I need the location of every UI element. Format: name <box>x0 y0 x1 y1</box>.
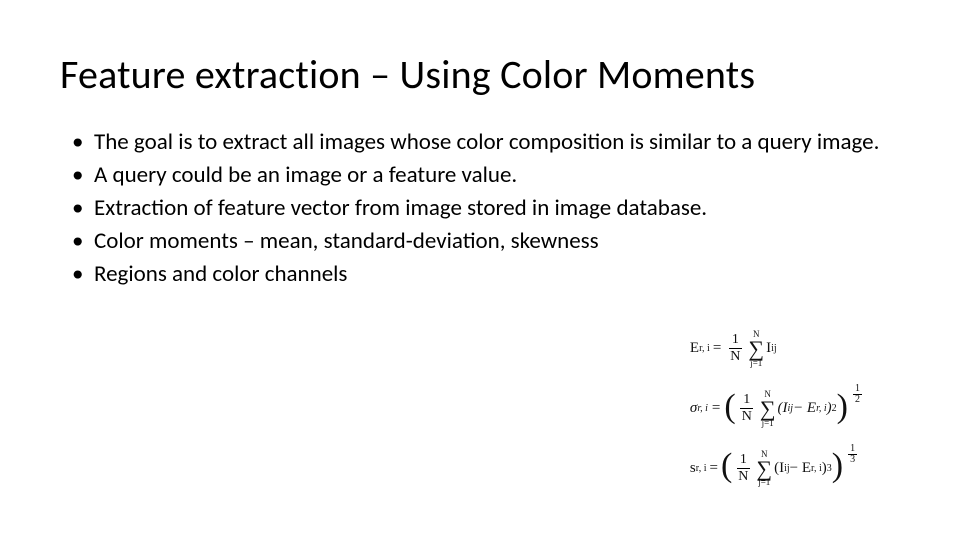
list-item: Regions and color channels <box>90 259 900 290</box>
std-sum: N ∑ j=1 <box>760 390 776 428</box>
list-item: The goal is to extract all images whose … <box>90 127 900 158</box>
sigma-icon: ∑ <box>760 399 776 419</box>
sigma-icon: ∑ <box>748 339 764 359</box>
skew-sum: N ∑ j=1 <box>756 450 772 488</box>
std-outer-den: 2 <box>853 395 862 405</box>
mean-frac-den: N <box>727 349 743 364</box>
formula-mean: Er, i = 1 N N ∑ j=1 Iij <box>690 330 777 368</box>
list-item: Extraction of feature vector from image … <box>90 193 900 224</box>
mean-sum: N ∑ j=1 <box>748 330 764 368</box>
bullet-list: The goal is to extract all images whose … <box>60 127 900 290</box>
skew-frac: 1 N <box>735 453 751 484</box>
std-inner-rsub: r, i <box>816 403 827 414</box>
std-frac-den: N <box>739 409 755 424</box>
skew-eq: = <box>709 460 717 477</box>
skew-sum-bot: j=1 <box>758 478 770 487</box>
mean-frac: 1 N <box>727 333 743 364</box>
std-inner-l: (I <box>778 400 788 417</box>
skew-lhs-sub: r, i <box>696 463 707 474</box>
formula-std: σr, i = ( 1 N N ∑ j=1 (Iij − Er, i )2 ) … <box>690 390 865 428</box>
skew-outer-exp: 1 3 <box>845 444 860 465</box>
sigma-icon: ∑ <box>756 459 772 479</box>
mean-lhs-sub: r, i <box>699 343 710 354</box>
list-item: Color moments – mean, standard-deviation… <box>90 226 900 257</box>
std-frac-num: 1 <box>740 393 753 409</box>
skew-frac-den: N <box>735 469 751 484</box>
list-item: A query could be an image or a feature v… <box>90 160 900 191</box>
mean-eq: = <box>713 340 721 357</box>
skew-frac-num: 1 <box>737 453 750 469</box>
std-lhs-sub: r, i <box>697 403 708 414</box>
mean-term-sub: ij <box>771 343 777 354</box>
skew-inner-l: (I <box>774 460 784 477</box>
formula-block: Er, i = 1 N N ∑ j=1 Iij σr, i = ( 1 N N <box>690 330 865 487</box>
std-inner-exp: 2 <box>832 403 837 414</box>
formula-skew: sr, i = ( 1 N N ∑ j=1 (Iij − Er, i )3 ) … <box>690 450 860 488</box>
mean-lhs: E <box>690 340 699 357</box>
mean-sum-bot: j=1 <box>750 359 762 368</box>
std-lhs: σ <box>690 400 697 417</box>
std-eq: = <box>712 400 720 417</box>
std-frac: 1 N <box>739 393 755 424</box>
skew-inner-exp: 3 <box>827 463 832 474</box>
skew-inner-mid: − E <box>790 460 811 477</box>
slide-title: Feature extraction – Using Color Moments <box>60 50 900 99</box>
mean-frac-num: 1 <box>729 333 742 349</box>
std-outer-exp: 1 2 <box>850 384 865 405</box>
skew-outer-den: 3 <box>848 455 857 465</box>
slide: Feature extraction – Using Color Moments… <box>0 0 960 540</box>
std-sum-bot: j=1 <box>762 419 774 428</box>
skew-inner-rsub: r, i <box>811 463 822 474</box>
std-inner-mid: − E <box>793 400 816 417</box>
